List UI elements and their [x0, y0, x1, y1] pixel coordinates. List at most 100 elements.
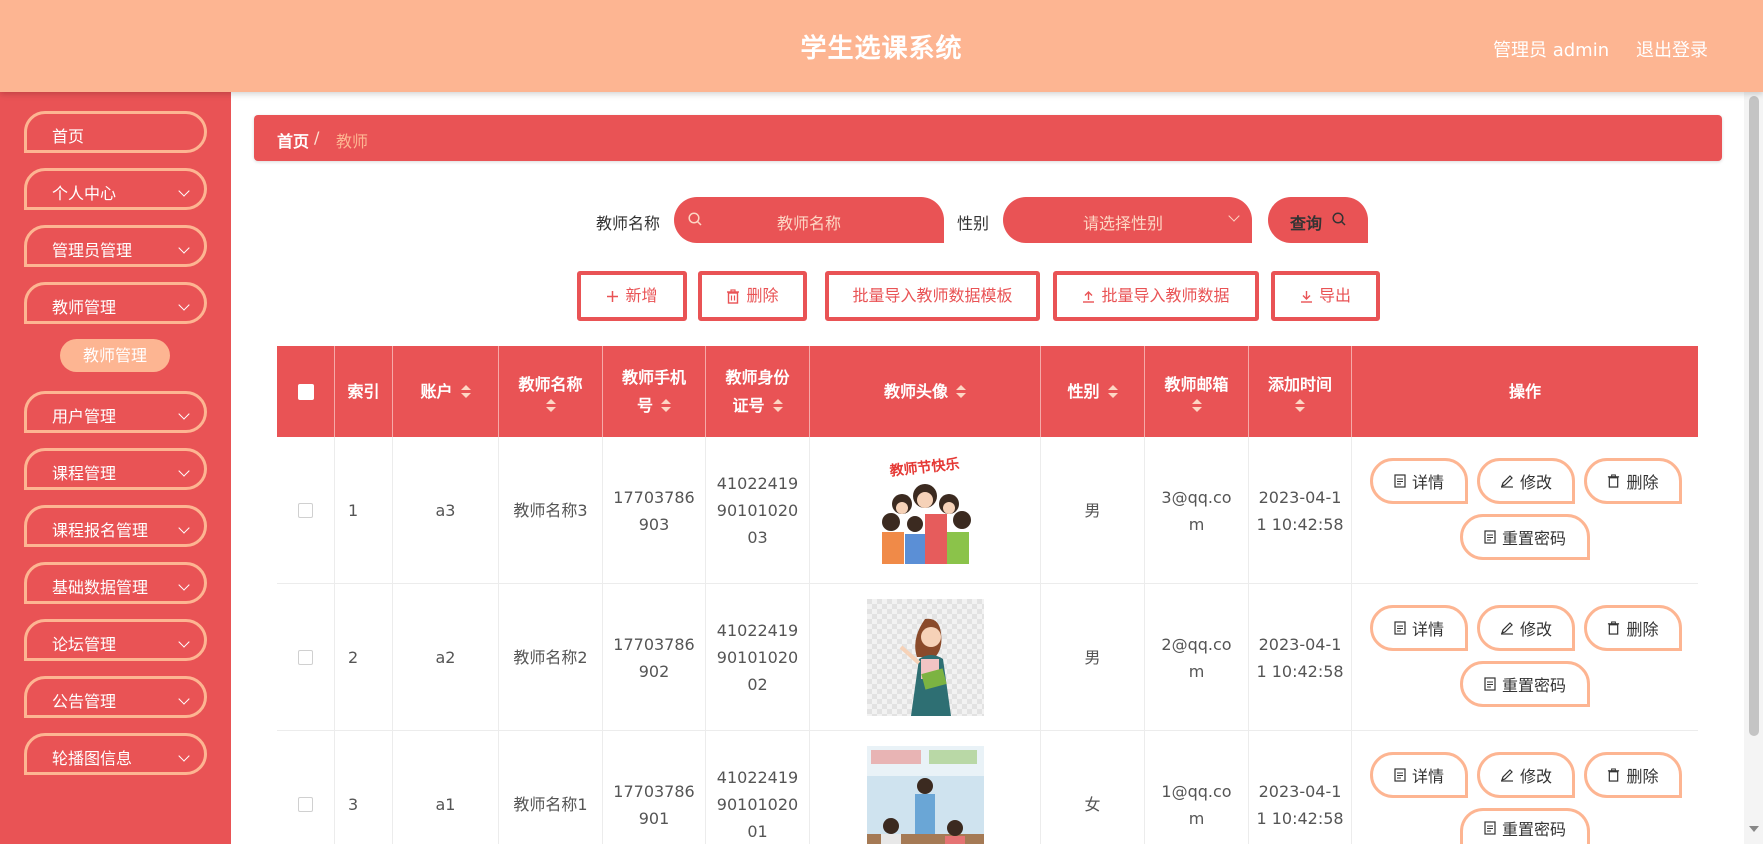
header-avatar[interactable]: 教师头像 [810, 346, 1041, 437]
reset-password-button[interactable]: 重置密码 [1460, 514, 1590, 560]
scroll-down-arrow-icon[interactable] [1749, 826, 1759, 832]
cell-idcard: 41022419 90101020 03 [706, 437, 810, 584]
chevron-down-icon [178, 579, 190, 591]
sidebar-item-user[interactable]: 用户管理 [24, 391, 207, 433]
cell-account: a2 [393, 584, 499, 731]
breadcrumb-separator: / [314, 128, 320, 147]
reset-password-button[interactable]: 重置密码 [1460, 808, 1590, 844]
sidebar-item-home[interactable]: 首页 [24, 111, 207, 153]
sidebar-item-label: 用户管理 [52, 407, 117, 426]
logout-link[interactable]: 退出登录 [1636, 36, 1708, 62]
delete-button[interactable]: 删除 [698, 271, 807, 321]
row-delete-button[interactable]: 删除 [1584, 605, 1682, 651]
export-button[interactable]: 导出 [1271, 271, 1380, 321]
sidebar-subitem-teacher[interactable]: 教师管理 [60, 339, 170, 372]
sidebar-item-notice[interactable]: 公告管理 [24, 676, 207, 718]
upload-icon [1083, 291, 1095, 303]
detail-button-label: 详情 [1411, 620, 1444, 639]
current-user[interactable]: 管理员 admin [1493, 36, 1609, 62]
sort-icon[interactable] [772, 398, 783, 413]
header-phone-label-2: 号 [636, 395, 653, 415]
cell-gender-text: 男 [1084, 648, 1101, 667]
header-phone[interactable]: 教师手机 号 [603, 346, 706, 437]
teacher-avatar-image[interactable]: 教师节快乐 [866, 452, 984, 569]
sort-icon[interactable] [1295, 398, 1305, 413]
breadcrumb-home[interactable]: 首页 [277, 128, 309, 152]
sidebar-item-label: 课程管理 [52, 464, 117, 483]
header-name[interactable]: 教师名称 [499, 346, 603, 437]
gender-select[interactable]: 请选择性别 [1003, 197, 1252, 243]
table-header: 索引 账户 教师名称 教师手机 号 教师身份 证号 教师头像 性别 教师邮箱 添… [277, 346, 1698, 437]
import-template-button[interactable]: 批量导入教师数据模板 [825, 271, 1040, 321]
sidebar-item-profile[interactable]: 个人中心 [24, 168, 207, 210]
select-all-checkbox[interactable] [297, 383, 314, 400]
cell-account-text: a3 [435, 501, 456, 520]
row-delete-button[interactable]: 删除 [1584, 752, 1682, 798]
detail-button[interactable]: 详情 [1370, 458, 1468, 504]
cell-idcard-text: 03 [747, 528, 768, 547]
gender-label: 性别 [957, 214, 990, 233]
import-button[interactable]: 批量导入教师数据 [1053, 271, 1259, 321]
cell-idcard-text: 02 [747, 675, 768, 694]
cell-avatar [810, 584, 1041, 731]
detail-button[interactable]: 详情 [1370, 605, 1468, 651]
sidebar-item-enrollment[interactable]: 课程报名管理 [24, 505, 207, 547]
row-checkbox[interactable] [298, 503, 313, 518]
sidebar-item-course[interactable]: 课程管理 [24, 448, 207, 490]
header-name-label: 教师名称 [518, 374, 583, 394]
sidebar-item-teacher[interactable]: 教师管理 [24, 282, 207, 324]
header-email[interactable]: 教师邮箱 [1145, 346, 1249, 437]
import-button-label: 批量导入教师数据 [1101, 286, 1230, 305]
detail-button[interactable]: 详情 [1370, 752, 1468, 798]
header-phone-label: 教师手机 [621, 367, 686, 387]
teacher-avatar-image[interactable] [866, 599, 984, 716]
sort-icon[interactable] [460, 384, 471, 399]
page-scrollbar[interactable] [1744, 92, 1763, 844]
row-checkbox[interactable] [298, 797, 313, 812]
add-button[interactable]: 新增 [577, 271, 687, 321]
sidebar-item-carousel[interactable]: 轮播图信息 [24, 733, 207, 775]
trash-icon [1608, 621, 1620, 635]
reset-password-button-label: 重置密码 [1501, 529, 1566, 548]
sidebar-item-label: 公告管理 [52, 692, 117, 711]
cell-added-text: 2023-04-1 [1258, 487, 1342, 507]
sidebar-item-admin[interactable]: 管理员管理 [24, 225, 207, 267]
sort-icon[interactable] [956, 384, 966, 399]
scrollbar-thumb[interactable] [1749, 96, 1759, 736]
teacher-name-placeholder: 教师名称 [776, 214, 841, 233]
sort-icon[interactable] [1191, 398, 1202, 413]
header-added[interactable]: 添加时间 [1249, 346, 1352, 437]
teacher-name-input[interactable]: 教师名称 [674, 197, 944, 243]
row-checkbox[interactable] [298, 650, 313, 665]
reset-password-button[interactable]: 重置密码 [1460, 661, 1590, 707]
edit-button-label: 修改 [1519, 767, 1552, 786]
add-button-label: 新增 [625, 286, 658, 305]
row-check-cell [277, 437, 335, 584]
download-icon [1300, 291, 1312, 303]
header-idcard[interactable]: 教师身份 证号 [706, 346, 810, 437]
row-delete-button[interactable]: 删除 [1584, 458, 1682, 504]
header-gender[interactable]: 性别 [1041, 346, 1145, 437]
edit-button[interactable]: 修改 [1477, 458, 1575, 504]
document-icon [1394, 621, 1406, 635]
sidebar-item-forum[interactable]: 论坛管理 [24, 619, 207, 661]
edit-button[interactable]: 修改 [1477, 605, 1575, 651]
sort-icon[interactable] [545, 398, 556, 413]
sort-icon[interactable] [1107, 384, 1118, 399]
cell-email: 3@qq.co m [1145, 437, 1249, 584]
cell-idcard: 41022419 90101020 01 [706, 731, 810, 844]
cell-added: 2023-04-1 1 10:42:58 [1249, 584, 1352, 731]
cell-index-text: 1 [348, 501, 359, 520]
edit-icon [1500, 622, 1513, 635]
query-button[interactable]: 查询 [1268, 197, 1368, 243]
teacher-avatar-image[interactable] [866, 746, 984, 844]
cell-email-text: 2@qq.co [1161, 634, 1232, 654]
cell-idcard-text: 90101020 [716, 501, 799, 520]
sort-icon[interactable] [661, 398, 671, 413]
sidebar-item-basedata[interactable]: 基础数据管理 [24, 562, 207, 604]
edit-button[interactable]: 修改 [1477, 752, 1575, 798]
header-account[interactable]: 账户 [393, 346, 499, 437]
reset-password-button-label: 重置密码 [1501, 819, 1566, 839]
sidebar-item-label: 首页 [52, 127, 85, 146]
breadcrumb: 首页 / 教师 [254, 115, 1722, 161]
